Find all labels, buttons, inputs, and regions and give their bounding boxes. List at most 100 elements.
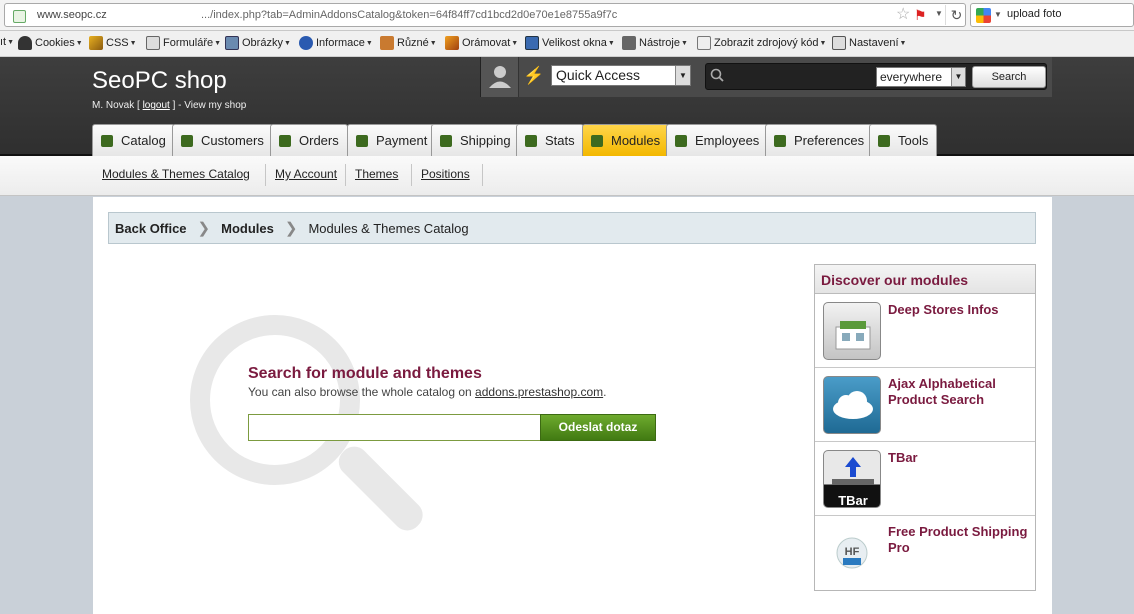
- tab-label: Orders: [299, 133, 339, 148]
- toolbar-item-window-size[interactable]: Velikost okna ▼: [525, 36, 615, 50]
- user-info: M. Novak [ logout ] - View my shop: [92, 100, 247, 111]
- module-item[interactable]: HF Free Product Shipping Pro: [815, 516, 1035, 590]
- subtab-divider: [345, 164, 346, 186]
- toolbar-item-label: Informace: [316, 37, 365, 49]
- tab-orders[interactable]: Orders: [270, 124, 348, 156]
- lightning-icon: ⚡: [523, 66, 545, 85]
- cloud-icon[interactable]: [823, 376, 881, 434]
- google-icon[interactable]: [976, 8, 991, 23]
- quick-access-select[interactable]: Quick Access ▼: [551, 65, 691, 86]
- chevron-down-icon[interactable]: ▼: [994, 10, 1002, 19]
- search-scope-select[interactable]: everywhere ▼: [876, 67, 966, 87]
- sliders-icon: [774, 134, 786, 147]
- toolbar-item-forms[interactable]: Formuláře ▼: [146, 36, 221, 50]
- tab-label: Shipping: [460, 133, 511, 148]
- url-host: www.seopc.cz: [37, 9, 107, 21]
- search-icon: [710, 68, 724, 85]
- chevron-down-icon[interactable]: ▼: [935, 9, 943, 18]
- module-name[interactable]: Deep Stores Infos: [888, 302, 1028, 318]
- shipping-truck-icon[interactable]: HF: [823, 524, 881, 582]
- subtab-themes[interactable]: Themes: [355, 167, 398, 181]
- browser-search-field[interactable]: ▼ upload foto: [970, 3, 1134, 27]
- breadcrumb-root[interactable]: Back Office: [115, 221, 187, 236]
- tab-label: Stats: [545, 133, 575, 148]
- admin-search-box: everywhere ▼ Search: [705, 63, 1047, 90]
- store-building-icon[interactable]: [823, 302, 881, 360]
- chevron-down-icon[interactable]: ▼: [675, 66, 690, 85]
- tab-customers[interactable]: Customers: [172, 124, 273, 156]
- bookmark-star-icon[interactable]: ☆: [896, 7, 910, 23]
- toolbar-item-view-source[interactable]: Zobrazit zdrojový kód ▼: [697, 36, 826, 50]
- form-icon: [146, 36, 160, 50]
- chevron-down-icon[interactable]: ▼: [951, 68, 965, 86]
- tab-shipping[interactable]: Shipping: [431, 124, 520, 156]
- toolbar-item-outline[interactable]: Orámovat ▼: [445, 36, 518, 50]
- module-name[interactable]: Ajax Alphabetical Product Search: [888, 376, 1028, 408]
- tab-preferences[interactable]: Preferences: [765, 124, 874, 156]
- toolbar-item-label: CSS: [106, 37, 129, 49]
- tab-catalog[interactable]: Catalog: [92, 124, 175, 156]
- reload-icon[interactable]: ↻: [945, 5, 967, 25]
- magnifier-watermark-icon: [190, 315, 360, 485]
- subtab-divider: [411, 164, 412, 186]
- addons-link[interactable]: addons.prestashop.com: [475, 385, 603, 399]
- toolbar-item-label: Obrázky: [242, 37, 283, 49]
- toolbar-item-cookies[interactable]: Cookies ▼: [18, 36, 83, 50]
- tab-stats[interactable]: Stats: [516, 124, 584, 156]
- toolbar-item-css[interactable]: CSS ▼: [89, 36, 137, 50]
- logout-link[interactable]: logout: [143, 100, 170, 111]
- document-icon: [697, 36, 711, 50]
- developer-toolbar: ıt ▼ Cookies ▼ CSS ▼ Formuláře ▼ Obrázky ▼ In…: [0, 31, 1134, 57]
- breadcrumb-section[interactable]: Modules: [221, 221, 274, 236]
- module-item[interactable]: Ajax Alphabetical Product Search: [815, 368, 1035, 442]
- catalog-search-input[interactable]: [248, 414, 541, 441]
- truck-icon: [440, 134, 452, 147]
- submit-query-button[interactable]: Odeslat dotaz: [540, 414, 656, 441]
- cart-icon: [279, 134, 291, 147]
- subtab-positions[interactable]: Positions: [421, 167, 470, 181]
- url-path: .../index.php?tab=AdminAddonsCatalog&tok…: [201, 9, 618, 21]
- toolbar-item-misc[interactable]: Různé ▼: [380, 36, 437, 50]
- tbar-upload-icon[interactable]: TBar: [823, 450, 881, 508]
- chevron-right-icon: ❯: [197, 220, 211, 237]
- subtitle-period: .: [603, 385, 607, 399]
- subtab-my-account[interactable]: My Account: [275, 167, 337, 181]
- user-icon: [18, 36, 32, 50]
- subtab-modules-themes-catalog[interactable]: Modules & Themes Catalog: [102, 167, 250, 181]
- search-scope-label: everywhere: [880, 70, 943, 84]
- toolbar-item-info[interactable]: Informace ▼: [299, 36, 373, 50]
- pencil-icon: [445, 36, 459, 50]
- module-name[interactable]: Free Product Shipping Pro: [888, 524, 1028, 556]
- employee-icon[interactable]: [481, 57, 519, 97]
- toolbar-item-settings[interactable]: Nastavení ▼: [832, 36, 906, 50]
- tab-modules[interactable]: Modules: [582, 124, 670, 156]
- search-button[interactable]: Search: [972, 66, 1046, 88]
- toolbar-lead-label: ıt: [0, 36, 7, 48]
- address-field[interactable]: www.seopc.cz .../index.php?tab=AdminAddo…: [4, 3, 966, 27]
- tools-icon: [878, 134, 890, 147]
- tab-tools[interactable]: Tools: [869, 124, 938, 156]
- admin-search-input[interactable]: [728, 66, 874, 87]
- toolbar-item-tools[interactable]: Nástroje ▼: [622, 36, 688, 50]
- tab-payment[interactable]: Payment: [347, 124, 437, 156]
- view-shop-link[interactable]: - View my shop: [178, 100, 246, 111]
- tab-employees[interactable]: Employees: [666, 124, 769, 156]
- catalog-search-title: Search for module and themes: [248, 365, 482, 382]
- tab-label: Tools: [898, 133, 929, 148]
- shop-name[interactable]: SeoPC shop: [92, 67, 227, 95]
- subtitle-text: You can also browse the whole catalog on: [248, 385, 476, 399]
- module-item[interactable]: TBar TBar: [815, 442, 1035, 516]
- flag-icon[interactable]: ⚑: [914, 7, 927, 23]
- site-favicon-icon: [13, 10, 26, 23]
- module-item[interactable]: Deep Stores Infos: [815, 294, 1035, 368]
- pencil-icon: [89, 36, 103, 50]
- svg-text:HF: HF: [845, 546, 860, 558]
- breadcrumb-current: Modules & Themes Catalog: [308, 220, 469, 236]
- puzzle-icon: [591, 134, 603, 147]
- toolbar-lead[interactable]: ıt ▼: [0, 36, 14, 48]
- module-name[interactable]: TBar: [888, 450, 1028, 466]
- browser-search-text[interactable]: upload foto: [1007, 8, 1061, 20]
- user-name: M. Novak: [92, 100, 135, 111]
- toolbar-item-images[interactable]: Obrázky ▼: [225, 36, 291, 50]
- toolbar-item-label: Zobrazit zdrojový kód: [714, 37, 819, 49]
